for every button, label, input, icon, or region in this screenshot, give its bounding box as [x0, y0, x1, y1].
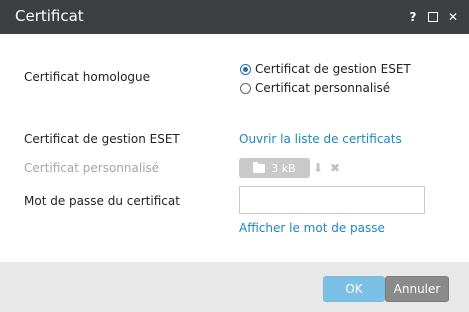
window-title: Certificat: [15, 7, 84, 25]
eset-certificate-label: Certificat de gestion ESET: [24, 132, 180, 146]
radio-eset-certificate[interactable]: Certificat de gestion ESET: [240, 62, 411, 76]
delete-icon[interactable]: ✖: [330, 161, 340, 175]
custom-certificate-label: Certificat personnalisé: [24, 161, 160, 175]
show-password-link[interactable]: Afficher le mot de passe: [239, 221, 385, 235]
certificate-password-input[interactable]: [239, 186, 425, 214]
window-controls: ? ✕: [407, 10, 459, 24]
title-bar: Certificat ? ✕: [0, 0, 469, 34]
download-icon[interactable]: ⬇: [313, 161, 323, 175]
maximize-icon[interactable]: [427, 10, 439, 24]
radio-unselected-icon[interactable]: [240, 82, 251, 94]
folder-icon: [253, 161, 266, 173]
ok-button[interactable]: OK: [323, 276, 385, 302]
radio-eset-label: Certificat de gestion ESET: [255, 62, 411, 76]
radio-selected-icon[interactable]: [240, 63, 251, 75]
radio-custom-label: Certificat personnalisé: [255, 81, 391, 95]
help-icon[interactable]: ?: [407, 10, 419, 24]
file-size: 3 kB: [271, 161, 296, 175]
open-certificate-list-link[interactable]: Ouvrir la liste de certificats: [239, 132, 402, 146]
radio-custom-certificate[interactable]: Certificat personnalisé: [240, 81, 390, 95]
certificate-password-label: Mot de passe du certificat: [24, 194, 180, 208]
homologous-certificate-label: Certificat homologue: [24, 70, 151, 84]
custom-certificate-file-button[interactable]: 3 kB: [239, 158, 310, 178]
cancel-button[interactable]: Annuler: [385, 276, 449, 302]
close-icon[interactable]: ✕: [447, 10, 459, 24]
